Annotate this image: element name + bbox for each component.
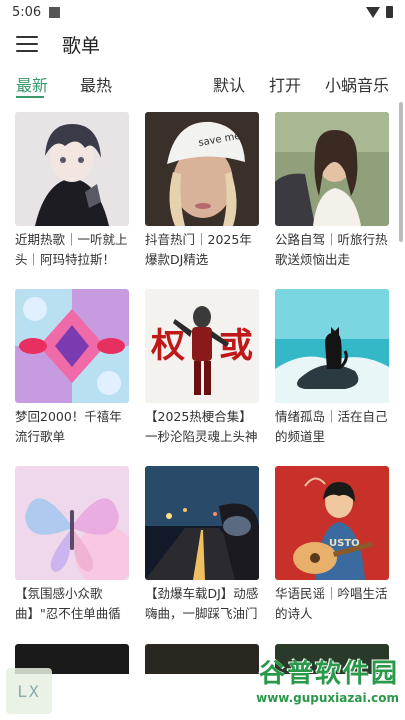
scrollbar[interactable] <box>399 102 403 242</box>
playlist-card[interactable]: 近期热歌｜一听就上头｜阿玛特拉斯！ <box>15 112 129 289</box>
playlist-grid: 近期热歌｜一听就上头｜阿玛特拉斯！ save me 抖音热门｜2025年爆款DJ… <box>15 112 390 643</box>
open-button[interactable]: 打开 <box>269 66 301 102</box>
playlist-card[interactable]: 公路自驾｜听旅行热歌送烦恼出走 <box>275 112 389 289</box>
kaleidoscope-cover <box>15 289 129 403</box>
playlist-card[interactable]: 情绪孤岛｜活在自己的频道里 <box>275 289 389 466</box>
battery-icon <box>386 6 393 18</box>
playlist-title: 【2025热梗合集】一秒沦陷灵魂上头神曲 <box>145 409 258 444</box>
page-title: 歌单 <box>62 34 101 57</box>
hero-figure-cover: 权 或 <box>145 289 259 403</box>
playlist-card[interactable]: USTO 华语民谣｜吟唱生活的诗人 <box>275 466 389 643</box>
status-bar: 5:06 <box>0 0 405 24</box>
anime-boy-cover <box>15 112 129 226</box>
svg-text:权: 权 <box>150 326 185 366</box>
app-bar: 歌单 <box>0 24 405 64</box>
watermark-logo-text: 谷普软件园 <box>258 659 399 689</box>
sort-default-button[interactable]: 默认 <box>213 66 245 102</box>
playlist-card[interactable]: 权 或 【2025热梗合集】一秒沦陷灵魂上头神曲 <box>145 289 259 466</box>
playlist-title: 【劲爆车载DJ】动感嗨曲，一脚踩飞油门 <box>145 586 259 621</box>
tab-hottest[interactable]: 最热 <box>80 66 112 102</box>
playlist-card[interactable]: 梦回2000！千禧年流行歌单 <box>15 289 129 466</box>
playlist-title: 公路自驾｜听旅行热歌送烦恼出走 <box>275 232 388 267</box>
butterfly-cover <box>15 466 129 580</box>
playlist-title: 情绪孤岛｜活在自己的频道里 <box>275 409 388 444</box>
playlist-title: 华语民谣｜吟唱生活的诗人 <box>275 586 388 621</box>
source-select-button[interactable]: 小蜗音乐 <box>325 66 389 102</box>
playlist-card[interactable]: 【氛围感小众歌曲】"忍不住单曲循环 <box>15 466 129 643</box>
watermark: 谷普软件园 www.gupuxiazai.com <box>221 658 399 714</box>
watermark-url: www.gupuxiazai.com <box>256 691 399 705</box>
wifi-icon <box>366 6 380 18</box>
cat-on-rock-cover <box>275 289 389 403</box>
playlist-title: 抖音热门｜2025年爆款DJ精选 <box>145 232 252 267</box>
playlist-title: 近期热歌｜一听就上头｜阿玛特拉斯！ <box>15 232 128 267</box>
tab-indicator <box>16 96 44 98</box>
playlist-card[interactable]: save me 抖音热门｜2025年爆款DJ精选 <box>145 112 259 289</box>
status-time: 5:06 <box>12 4 42 20</box>
playlist-title: 梦回2000！千禧年流行歌单 <box>15 409 122 444</box>
girl-white-cap-cover: save me <box>145 112 259 226</box>
playlist-card[interactable]: 【劲爆车载DJ】动感嗨曲，一脚踩飞油门 <box>145 466 259 643</box>
girl-car-cover <box>275 112 389 226</box>
playlist-title: 【氛围感小众歌曲】"忍不住单曲循环 <box>15 586 121 621</box>
lx-badge[interactable]: LX <box>6 668 52 714</box>
tab-bar: 最新 最热 默认 打开 小蜗音乐 <box>0 64 405 104</box>
svg-text:或: 或 <box>219 326 253 366</box>
car-mirror-cover <box>145 466 259 580</box>
guitar-singer-cover: USTO <box>275 466 389 580</box>
notification-icon <box>49 6 61 18</box>
menu-icon[interactable] <box>16 36 38 52</box>
